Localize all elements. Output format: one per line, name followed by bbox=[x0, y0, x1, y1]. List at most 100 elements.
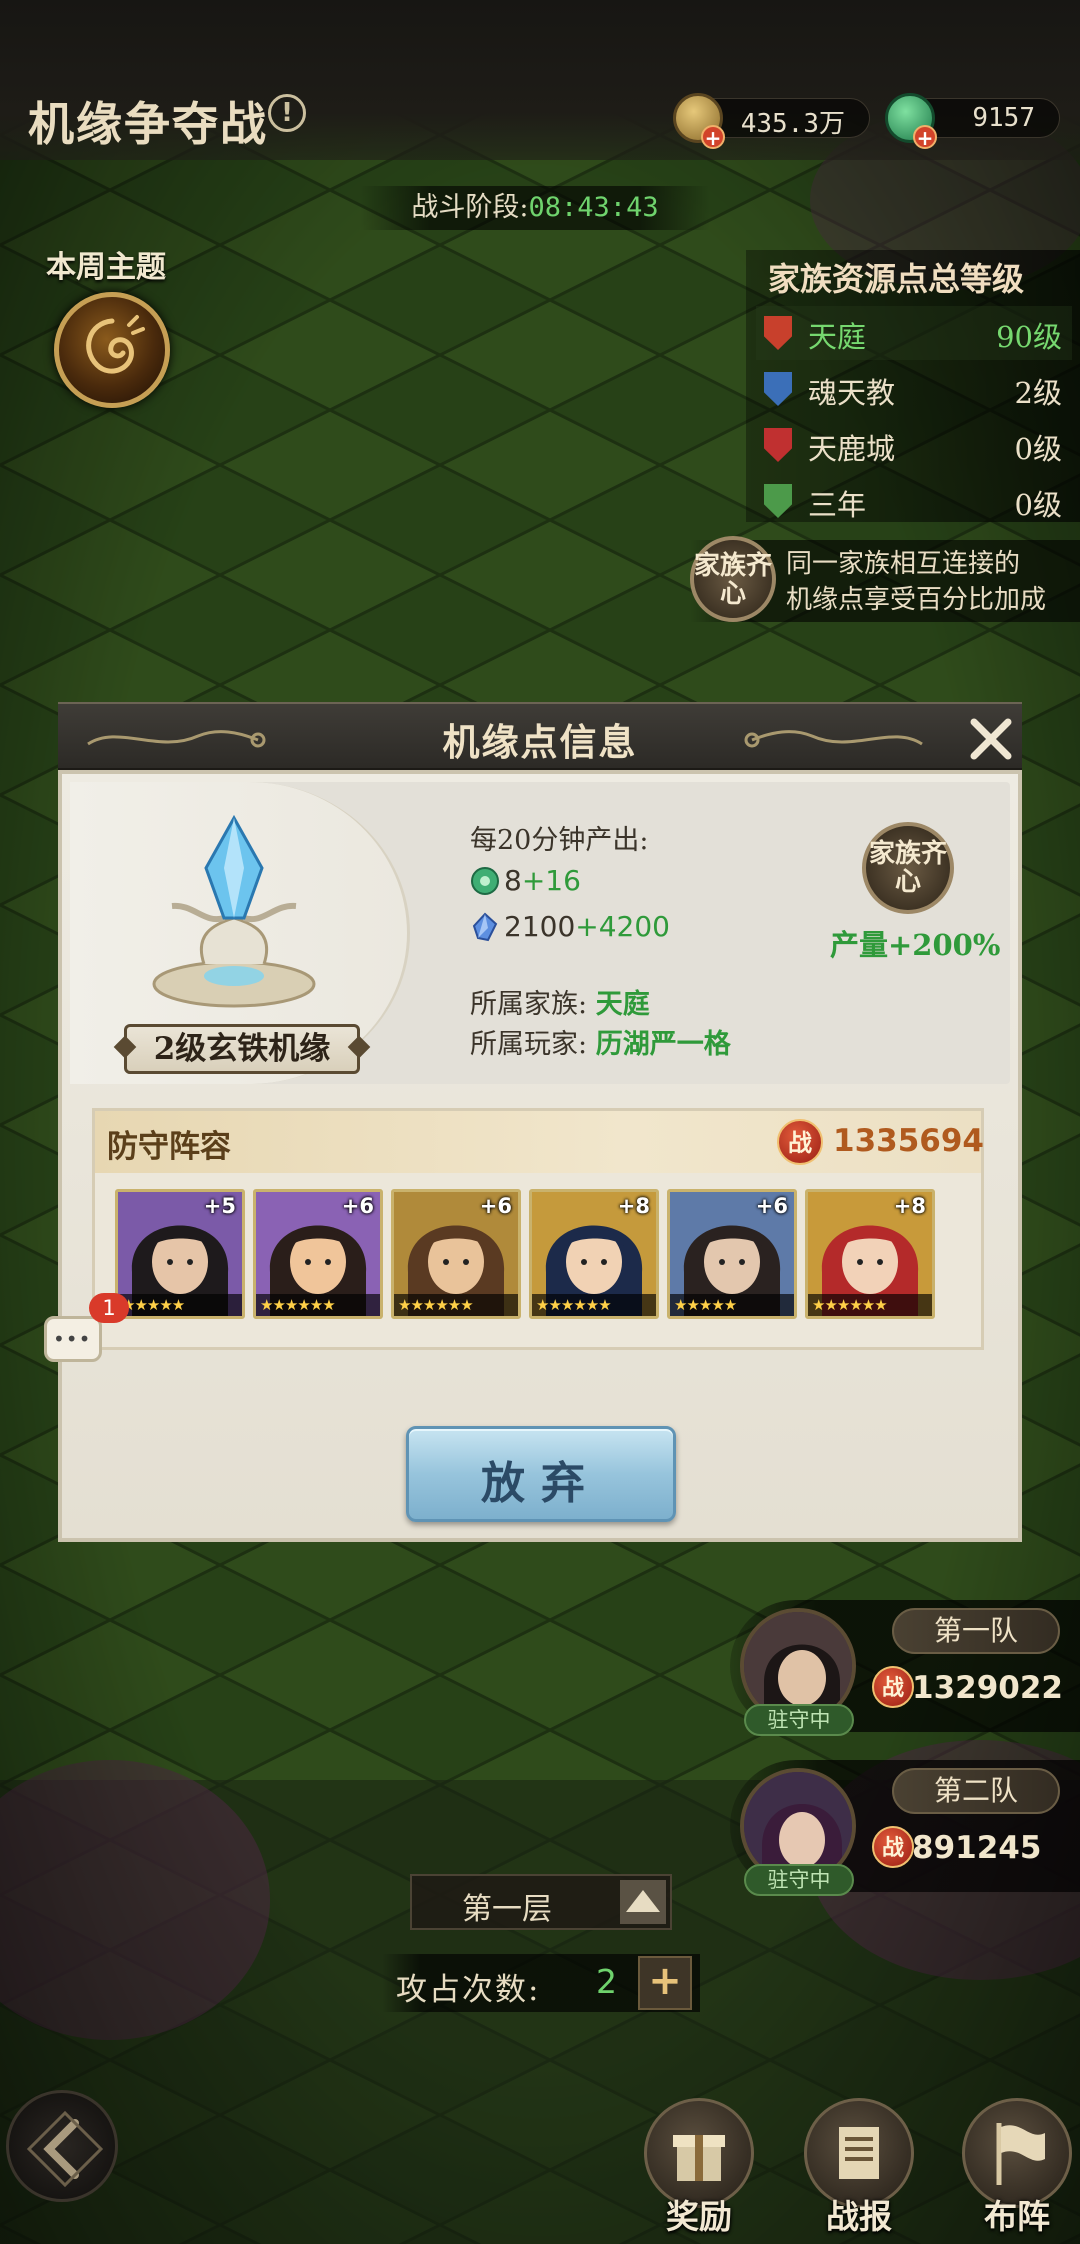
defense-lineup: 防守阵容 战 1335694 +5 ★★★★★ +6 ★★★★★★ +6 ★★★★★★ +8… bbox=[92, 1108, 984, 1350]
battle-report-button[interactable]: 战报 bbox=[800, 2098, 918, 2244]
abandon-button-label: 放弃 bbox=[481, 1458, 601, 1509]
attack-count: 攻占次数: 2 + bbox=[382, 1954, 700, 2012]
jade-counter[interactable]: + 9157 bbox=[885, 93, 1060, 149]
family-unite-tip-text: 同一家族相互连接的 机缘点享受百分比加成 bbox=[786, 546, 1046, 618]
swirl-icon bbox=[86, 315, 145, 374]
battle-power-icon: 战 bbox=[777, 1119, 823, 1165]
back-button[interactable] bbox=[6, 2090, 118, 2202]
hero-level: +8 bbox=[893, 1194, 926, 1218]
iron-crystal-icon bbox=[472, 912, 498, 942]
team-card[interactable]: 驻守中 第二队 战 891245 bbox=[730, 1760, 1080, 1896]
close-icon[interactable] bbox=[964, 712, 1018, 766]
family-unite-badge[interactable]: 家族齐心 bbox=[690, 536, 776, 622]
floor-up-arrow-icon[interactable] bbox=[620, 1880, 666, 1924]
hero-card[interactable]: +6 ★★★★★★ bbox=[391, 1189, 521, 1319]
team-name: 第二队 bbox=[892, 1768, 1060, 1814]
add-attack-button[interactable]: + bbox=[638, 1956, 692, 2010]
hero-card[interactable]: +5 ★★★★★ bbox=[115, 1189, 245, 1319]
hero-card[interactable]: +6 ★★★★★★ bbox=[253, 1189, 383, 1319]
team-status: 驻守中 bbox=[744, 1704, 854, 1736]
family-unite-tip: 家族齐心 同一家族相互连接的 机缘点享受百分比加成 bbox=[690, 536, 1080, 622]
family-level-row: 天庭 90级 bbox=[756, 306, 1072, 360]
output-iron-row: 2100+4200 bbox=[470, 910, 670, 943]
family-unite-badge: 家族齐心 bbox=[862, 822, 954, 914]
hero-level: +6 bbox=[755, 1194, 788, 1218]
add-coins-button[interactable]: + bbox=[701, 125, 725, 149]
hero-card[interactable]: +8 ★★★★★★ bbox=[805, 1189, 935, 1319]
family-level-panel: 家族资源点总等级 天庭 90级 魂天教 2级 天鹿城 0级 三年 0级 bbox=[746, 250, 1080, 522]
output-jade-row: 8+16 bbox=[470, 864, 581, 897]
owner-player-row: 所属玩家: 历湖严一格 bbox=[470, 1022, 731, 1061]
battle-report-label: 战报 bbox=[826, 2197, 892, 2236]
family-name: 天鹿城 bbox=[808, 432, 896, 466]
team-card[interactable]: 驻守中 第一队 战 1329022 bbox=[730, 1600, 1080, 1736]
hero-level: +5 bbox=[203, 1194, 236, 1218]
team-power: 1329022 bbox=[912, 1670, 1063, 1706]
chat-button[interactable]: ••• 1 bbox=[44, 1293, 129, 1362]
rewards-label: 奖励 bbox=[666, 2197, 732, 2236]
jade-icon bbox=[471, 867, 499, 895]
attack-count-label: 攻占次数: bbox=[396, 1972, 541, 2008]
jade-amount: 9157 bbox=[972, 103, 1035, 133]
family-level: 0级 bbox=[1014, 488, 1062, 522]
coin-counter[interactable]: + 435.3万 bbox=[673, 93, 870, 149]
hero-stars: ★★★★★ bbox=[670, 1294, 794, 1316]
modal-header: 机缘点信息 bbox=[58, 702, 1022, 770]
team-power: 891245 bbox=[912, 1830, 1042, 1866]
formation-label: 布阵 bbox=[984, 2197, 1050, 2236]
tip-line: 同一家族相互连接的 bbox=[786, 549, 1021, 579]
battle-phase: 战斗阶段:08:43:43 bbox=[360, 186, 710, 230]
output-jade-bonus: +16 bbox=[521, 864, 581, 897]
defense-lineup-header: 防守阵容 战 1335694 bbox=[95, 1111, 984, 1173]
attack-count-value: 2 bbox=[596, 1962, 617, 2001]
output-iron-value: 2100 bbox=[504, 910, 576, 943]
family-level: 90级 bbox=[996, 320, 1062, 354]
owner-family-row: 所属家族: 天庭 bbox=[470, 982, 650, 1021]
family-shield-icon bbox=[764, 372, 792, 406]
family-level-row: 三年 0级 bbox=[756, 474, 1072, 528]
cloud-ornament-icon bbox=[744, 730, 923, 748]
add-jade-button[interactable]: + bbox=[913, 125, 937, 149]
abandon-button[interactable]: 放弃 bbox=[406, 1426, 676, 1522]
node-name-banner: 2级玄铁机缘 bbox=[124, 1024, 360, 1074]
family-level: 0级 bbox=[1014, 432, 1062, 466]
hero-card[interactable]: +6 ★★★★★ bbox=[667, 1189, 797, 1319]
hero-level: +6 bbox=[341, 1194, 374, 1218]
formation-button[interactable]: 布阵 bbox=[958, 2098, 1076, 2244]
family-name: 魂天教 bbox=[808, 376, 896, 410]
weekly-theme-emblem[interactable] bbox=[54, 292, 170, 408]
hero-stars: ★★★★★★ bbox=[256, 1294, 380, 1316]
team-status: 驻守中 bbox=[744, 1864, 854, 1896]
owner-player-value[interactable]: 历湖严一格 bbox=[596, 1029, 731, 1060]
family-level: 2级 bbox=[1014, 376, 1062, 410]
hero-stars: ★★★★★★ bbox=[394, 1294, 518, 1316]
hero-card[interactable]: +8 ★★★★★★ bbox=[529, 1189, 659, 1319]
family-level-title: 家族资源点总等级 bbox=[768, 260, 1025, 298]
output-iron-bonus: +4200 bbox=[575, 910, 670, 943]
back-arrow-icon bbox=[26, 2110, 104, 2188]
family-name: 天庭 bbox=[808, 320, 867, 354]
info-icon[interactable]: ! bbox=[268, 94, 306, 132]
hero-level: +6 bbox=[479, 1194, 512, 1218]
hero-stars: ★★★★★★ bbox=[532, 1294, 656, 1316]
hero-stars: ★★★★★★ bbox=[808, 1294, 932, 1316]
family-shield-icon bbox=[764, 484, 792, 518]
family-level-row: 魂天教 2级 bbox=[756, 362, 1072, 416]
rewards-button[interactable]: 奖励 bbox=[640, 2098, 758, 2244]
hero-stars: ★★★★★ bbox=[118, 1294, 242, 1316]
team-name: 第一队 bbox=[892, 1608, 1060, 1654]
owner-family-label: 所属家族: bbox=[470, 989, 588, 1020]
yield-bonus: 产量+200% bbox=[830, 928, 1001, 962]
crystal-node-icon bbox=[152, 814, 316, 1008]
node-preview: 2级玄铁机缘 bbox=[70, 782, 410, 1084]
output-label: 每20分钟产出: bbox=[470, 825, 649, 856]
page-title: 机缘争夺战 bbox=[28, 97, 268, 151]
defense-power-value: 1335694 bbox=[833, 1123, 984, 1159]
floor-selector[interactable]: 第一层 bbox=[410, 1874, 672, 1930]
output-jade-value: 8 bbox=[504, 864, 522, 897]
battle-phase-timer: 08:43:43 bbox=[528, 192, 659, 223]
node-info-card: 2级玄铁机缘 每20分钟产出: 8+16 2100+4200 所属家族: 天庭 … bbox=[70, 782, 1010, 1084]
owner-family-value: 天庭 bbox=[595, 989, 650, 1020]
node-info-modal: 机缘点信息 2级玄铁机缘 每20分钟产出: 8+16 2100+4200 所属家… bbox=[58, 702, 1022, 1542]
family-shield-icon bbox=[764, 428, 792, 462]
